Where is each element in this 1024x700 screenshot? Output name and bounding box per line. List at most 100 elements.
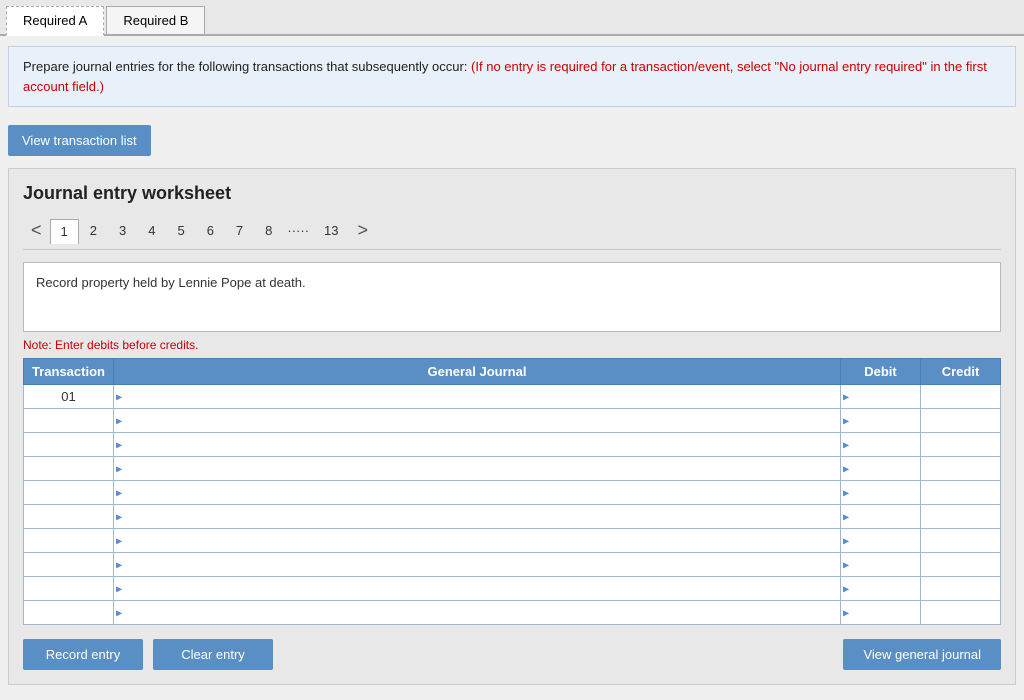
credit-input[interactable] [921, 577, 1000, 600]
debit-input[interactable] [841, 457, 920, 480]
credit-input[interactable] [921, 433, 1000, 456]
transaction-cell [24, 577, 114, 601]
general-journal-input[interactable] [114, 433, 840, 456]
debit-cell[interactable] [841, 601, 921, 625]
debit-cell[interactable] [841, 433, 921, 457]
transaction-cell [24, 457, 114, 481]
page-13[interactable]: 13 [313, 218, 349, 243]
table-row [24, 505, 1001, 529]
credit-cell[interactable] [921, 409, 1001, 433]
credit-cell[interactable] [921, 433, 1001, 457]
debit-input[interactable] [841, 529, 920, 552]
debit-input[interactable] [841, 409, 920, 432]
general-journal-cell[interactable] [113, 601, 840, 625]
page-5[interactable]: 5 [166, 218, 195, 243]
general-journal-input[interactable] [114, 529, 840, 552]
transaction-cell [24, 505, 114, 529]
general-journal-cell[interactable] [113, 505, 840, 529]
debit-input[interactable] [841, 505, 920, 528]
transaction-cell [24, 481, 114, 505]
tab-required-b[interactable]: Required B [106, 6, 205, 34]
general-journal-input[interactable] [114, 457, 840, 480]
record-entry-button[interactable]: Record entry [23, 639, 143, 670]
debit-input[interactable] [841, 553, 920, 576]
general-journal-cell[interactable] [113, 433, 840, 457]
table-row [24, 529, 1001, 553]
debit-cell[interactable] [841, 409, 921, 433]
credit-cell[interactable] [921, 457, 1001, 481]
page-4[interactable]: 4 [137, 218, 166, 243]
credit-cell[interactable] [921, 553, 1001, 577]
col-general-journal: General Journal [113, 359, 840, 385]
transaction-cell [24, 433, 114, 457]
view-transaction-button[interactable]: View transaction list [8, 125, 151, 156]
transaction-cell [24, 409, 114, 433]
credit-input[interactable] [921, 553, 1000, 576]
buttons-row: Record entry Clear entry View general jo… [23, 639, 1001, 670]
credit-cell[interactable] [921, 601, 1001, 625]
general-journal-cell[interactable] [113, 577, 840, 601]
debit-cell[interactable] [841, 529, 921, 553]
general-journal-input[interactable] [114, 481, 840, 504]
debit-cell[interactable] [841, 505, 921, 529]
general-journal-input[interactable] [114, 553, 840, 576]
credit-input[interactable] [921, 601, 1000, 624]
general-journal-input[interactable] [114, 577, 840, 600]
credit-input[interactable] [921, 529, 1000, 552]
debit-input[interactable] [841, 385, 920, 408]
pagination: < 1 2 3 4 5 6 7 8 ····· 13 > [23, 216, 1001, 250]
general-journal-input[interactable] [114, 601, 840, 624]
clear-entry-button[interactable]: Clear entry [153, 639, 273, 670]
tab-required-a[interactable]: Required A [6, 6, 104, 36]
page-6[interactable]: 6 [196, 218, 225, 243]
debit-input[interactable] [841, 577, 920, 600]
credit-input[interactable] [921, 385, 1000, 408]
col-debit: Debit [841, 359, 921, 385]
transaction-cell [24, 553, 114, 577]
general-journal-cell[interactable] [113, 553, 840, 577]
debit-cell[interactable] [841, 385, 921, 409]
general-journal-cell[interactable] [113, 409, 840, 433]
debit-cell[interactable] [841, 481, 921, 505]
debit-input[interactable] [841, 601, 920, 624]
transaction-cell [24, 601, 114, 625]
table-row [24, 553, 1001, 577]
credit-cell[interactable] [921, 577, 1001, 601]
page-3[interactable]: 3 [108, 218, 137, 243]
description-text: Record property held by Lennie Pope at d… [36, 275, 306, 290]
view-general-journal-button[interactable]: View general journal [843, 639, 1001, 670]
page-2[interactable]: 2 [79, 218, 108, 243]
debit-input[interactable] [841, 433, 920, 456]
general-journal-input[interactable] [114, 385, 840, 408]
table-row [24, 481, 1001, 505]
debit-cell[interactable] [841, 577, 921, 601]
credit-cell[interactable] [921, 385, 1001, 409]
general-journal-cell[interactable] [113, 457, 840, 481]
debit-input[interactable] [841, 481, 920, 504]
general-journal-cell[interactable] [113, 529, 840, 553]
journal-table: Transaction General Journal Debit Credit… [23, 358, 1001, 625]
credit-input[interactable] [921, 481, 1000, 504]
table-row [24, 601, 1001, 625]
page-dots: ····· [283, 219, 313, 242]
prev-page-arrow[interactable]: < [23, 216, 50, 245]
credit-cell[interactable] [921, 505, 1001, 529]
general-journal-input[interactable] [114, 409, 840, 432]
credit-input[interactable] [921, 409, 1000, 432]
credit-input[interactable] [921, 505, 1000, 528]
credit-cell[interactable] [921, 481, 1001, 505]
page-7[interactable]: 7 [225, 218, 254, 243]
worksheet-title: Journal entry worksheet [23, 183, 1001, 204]
page-8[interactable]: 8 [254, 218, 283, 243]
general-journal-cell[interactable] [113, 385, 840, 409]
debit-cell[interactable] [841, 457, 921, 481]
credit-cell[interactable] [921, 529, 1001, 553]
next-page-arrow[interactable]: > [350, 216, 377, 245]
page-1[interactable]: 1 [50, 219, 79, 244]
credit-input[interactable] [921, 457, 1000, 480]
general-journal-input[interactable] [114, 505, 840, 528]
debit-cell[interactable] [841, 553, 921, 577]
col-credit: Credit [921, 359, 1001, 385]
transaction-cell: 01 [24, 385, 114, 409]
general-journal-cell[interactable] [113, 481, 840, 505]
